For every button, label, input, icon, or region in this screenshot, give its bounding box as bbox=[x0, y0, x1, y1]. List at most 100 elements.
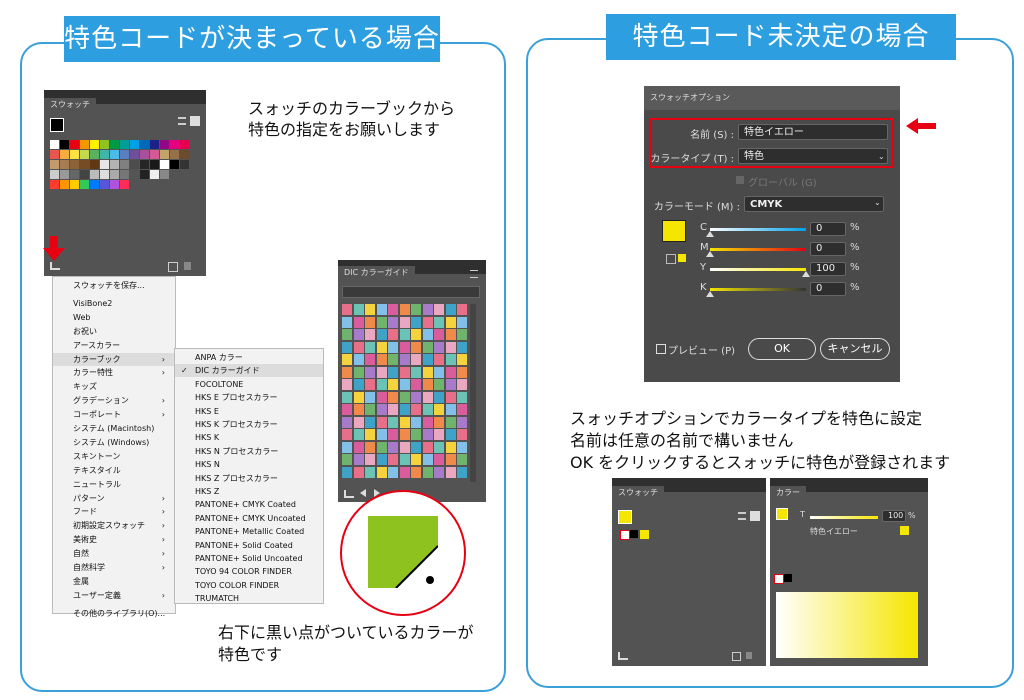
dic-swatch[interactable] bbox=[353, 454, 364, 465]
fill-stroke-icon[interactable] bbox=[618, 510, 632, 524]
swatch[interactable] bbox=[180, 160, 189, 169]
swatch[interactable] bbox=[60, 140, 69, 149]
library-menu-item[interactable]: アースカラー bbox=[53, 339, 175, 352]
dic-swatch[interactable] bbox=[422, 329, 433, 340]
dic-swatch[interactable] bbox=[365, 379, 375, 390]
dic-swatch[interactable] bbox=[388, 379, 398, 390]
swatch[interactable] bbox=[70, 160, 79, 169]
color-book-item[interactable]: DIC カラーガイド ✓ bbox=[175, 364, 323, 378]
swatch[interactable] bbox=[130, 170, 139, 179]
dic-swatch[interactable] bbox=[388, 466, 398, 478]
dic-swatch[interactable] bbox=[422, 416, 433, 428]
swatch[interactable] bbox=[80, 160, 89, 169]
swatch[interactable] bbox=[80, 140, 89, 149]
dic-swatch[interactable] bbox=[376, 391, 387, 403]
dic-swatch[interactable] bbox=[342, 441, 352, 453]
library-menu-item[interactable]: お祝い bbox=[53, 325, 175, 338]
color-book-item[interactable]: TRUMATCH bbox=[175, 592, 323, 605]
dic-swatch[interactable] bbox=[365, 466, 375, 478]
dic-swatch[interactable] bbox=[342, 366, 352, 378]
swatch[interactable] bbox=[120, 150, 129, 159]
dic-swatch[interactable] bbox=[342, 354, 352, 365]
dic-swatch[interactable] bbox=[411, 304, 421, 315]
swatch[interactable] bbox=[70, 140, 79, 149]
dic-swatch[interactable] bbox=[353, 366, 364, 378]
dic-swatch[interactable] bbox=[434, 366, 444, 378]
scrollbar[interactable] bbox=[470, 304, 476, 482]
library-menu-item[interactable]: グラデーション › bbox=[53, 394, 175, 407]
color-book-item[interactable]: FOCOLTONE bbox=[175, 378, 323, 391]
delete-swatch-icon[interactable] bbox=[184, 262, 191, 270]
swatch[interactable] bbox=[150, 170, 159, 179]
channel-value[interactable]: 100 bbox=[810, 262, 846, 276]
dic-swatch[interactable] bbox=[457, 391, 467, 403]
library-menu-item[interactable]: 自然 › bbox=[53, 547, 175, 560]
fill-stroke-icon[interactable] bbox=[50, 118, 64, 132]
swatch[interactable] bbox=[120, 140, 129, 149]
channel-slider[interactable] bbox=[710, 228, 806, 231]
color-book-item[interactable]: TOYO 94 COLOR FINDER bbox=[175, 565, 323, 578]
dic-swatch[interactable] bbox=[365, 316, 375, 328]
dic-swatch[interactable] bbox=[388, 354, 398, 365]
dic-swatch[interactable] bbox=[434, 416, 444, 428]
dic-swatch[interactable] bbox=[445, 429, 456, 440]
library-menu-item[interactable]: スキントーン bbox=[53, 450, 175, 463]
dic-swatch[interactable] bbox=[399, 391, 410, 403]
dic-swatch[interactable] bbox=[422, 454, 433, 465]
swatch[interactable] bbox=[100, 170, 109, 179]
none-swatch-icon[interactable] bbox=[620, 530, 630, 540]
swatch[interactable] bbox=[120, 160, 129, 169]
channel-slider[interactable] bbox=[710, 248, 806, 251]
color-book-item[interactable]: HKS Z bbox=[175, 485, 323, 498]
swatch[interactable] bbox=[60, 160, 69, 169]
channel-slider[interactable] bbox=[710, 268, 806, 271]
swatch[interactable] bbox=[50, 170, 59, 179]
dic-swatch[interactable] bbox=[353, 304, 364, 315]
dic-swatch[interactable] bbox=[399, 454, 410, 465]
dic-swatch[interactable] bbox=[422, 354, 433, 365]
library-menu-item[interactable]: コーポレート › bbox=[53, 408, 175, 421]
swatch[interactable] bbox=[110, 160, 119, 169]
dic-swatch[interactable] bbox=[422, 304, 433, 315]
swatch[interactable] bbox=[120, 170, 129, 179]
dic-swatch[interactable] bbox=[342, 404, 352, 415]
dic-swatch[interactable] bbox=[399, 466, 410, 478]
dic-panel-tab[interactable]: DIC カラーガイド bbox=[338, 266, 415, 280]
channel-value[interactable]: 0 bbox=[810, 282, 846, 296]
dic-swatch[interactable] bbox=[445, 341, 456, 353]
dic-swatch[interactable] bbox=[399, 354, 410, 365]
dic-swatch[interactable] bbox=[376, 329, 387, 340]
dic-swatch[interactable] bbox=[399, 366, 410, 378]
library-menu-item[interactable]: システム (Macintosh) bbox=[53, 422, 175, 435]
swatch[interactable] bbox=[180, 140, 189, 149]
library-menu-item[interactable]: パターン › bbox=[53, 492, 175, 505]
swatch[interactable] bbox=[110, 150, 119, 159]
dic-swatch[interactable] bbox=[342, 316, 352, 328]
name-field[interactable]: 特色イエロー bbox=[738, 124, 888, 140]
library-menu-item[interactable]: ユーザー定義 › bbox=[53, 589, 175, 602]
library-menu-item[interactable]: システム (Windows) bbox=[53, 436, 175, 449]
swatch[interactable] bbox=[110, 140, 119, 149]
dic-swatch[interactable] bbox=[376, 404, 387, 415]
library-menu-item[interactable]: 自然科学 › bbox=[53, 561, 175, 574]
spot-swatch[interactable] bbox=[900, 526, 909, 535]
dic-swatch[interactable] bbox=[399, 429, 410, 440]
swatch[interactable] bbox=[90, 170, 99, 179]
dic-swatch[interactable] bbox=[411, 429, 421, 440]
dic-swatch[interactable] bbox=[376, 454, 387, 465]
swatch[interactable] bbox=[140, 170, 149, 179]
swatch[interactable] bbox=[90, 160, 99, 169]
dic-swatch[interactable] bbox=[376, 341, 387, 353]
swatch[interactable] bbox=[100, 140, 109, 149]
dic-swatch[interactable] bbox=[388, 316, 398, 328]
global-checkbox[interactable] bbox=[736, 176, 744, 184]
dic-swatch[interactable] bbox=[342, 329, 352, 340]
ok-button[interactable]: OK bbox=[748, 338, 816, 360]
dic-swatch[interactable] bbox=[342, 429, 352, 440]
dic-swatch[interactable] bbox=[411, 454, 421, 465]
color-book-item[interactable]: HKS Z プロセスカラー bbox=[175, 472, 323, 485]
swatch[interactable] bbox=[160, 170, 169, 179]
dic-swatch[interactable] bbox=[457, 316, 467, 328]
dic-swatch[interactable] bbox=[434, 441, 444, 453]
slider-handle-icon[interactable] bbox=[802, 271, 810, 277]
